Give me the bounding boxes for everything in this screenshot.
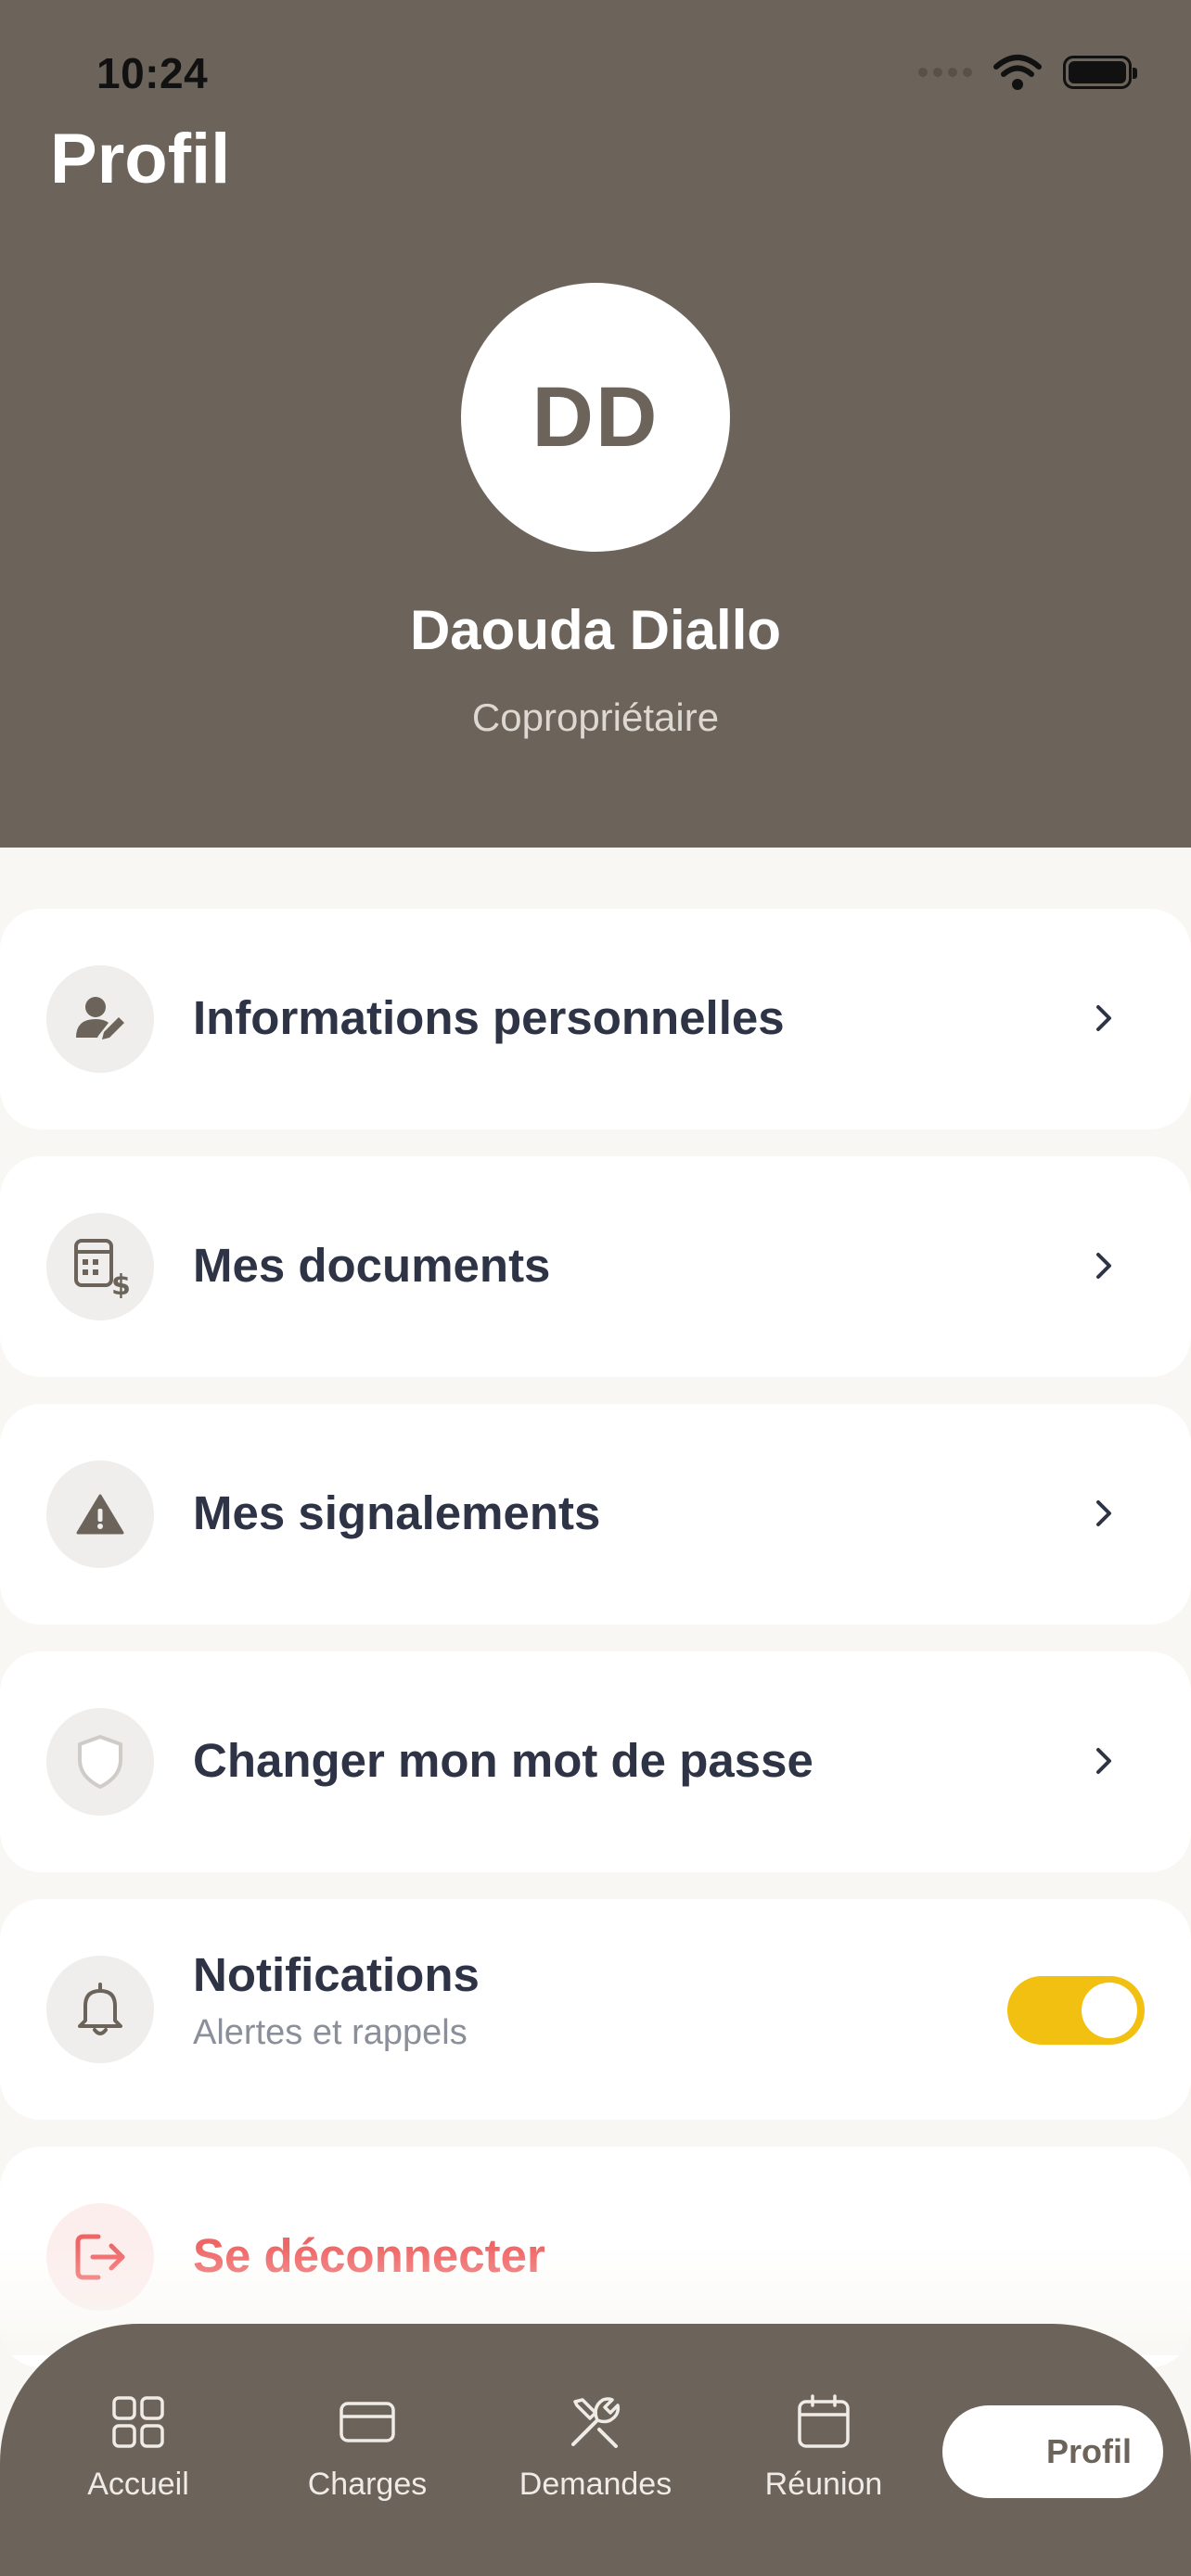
tab-label: Demandes: [519, 2467, 672, 2502]
toggle-knob: [1082, 1983, 1137, 2038]
wifi-icon: [993, 55, 1042, 90]
tab-label: Réunion: [764, 2467, 883, 2502]
menu-item-personal-info[interactable]: Informations personnelles: [0, 909, 1191, 1129]
avatar: DD: [461, 283, 730, 552]
menu-item-notifications: Notifications Alertes et rappels: [0, 1899, 1191, 2120]
profile-header: 10:24 Profil DD Daouda Diallo Copropriét…: [0, 0, 1191, 848]
notifications-subtitle: Alertes et rappels: [193, 2013, 467, 2052]
tab-bar: Accueil Charges Demandes Réunion Profil: [0, 2324, 1191, 2576]
menu-item-change-password[interactable]: Changer mon mot de passe: [0, 1651, 1191, 1872]
user-name: Daouda Diallo: [409, 599, 782, 661]
notifications-title: Notifications: [193, 1948, 480, 2001]
chevron-right-icon: [1096, 1253, 1111, 1279]
menu-item-label: Mes signalements: [193, 1486, 601, 1539]
tab-accueil[interactable]: Accueil: [45, 2392, 231, 2503]
menu-item-label: Informations personnelles: [193, 991, 785, 1044]
chevron-right-icon: [1096, 1005, 1111, 1031]
tab-label: Profil: [1045, 2432, 1132, 2470]
status-time: 10:24: [96, 49, 209, 97]
tab-label: Charges: [307, 2467, 428, 2502]
user-role: Copropriétaire: [471, 695, 720, 739]
status-icons: [918, 54, 1137, 91]
warning-icon: [46, 1460, 154, 1568]
tab-demandes[interactable]: Demandes: [503, 2392, 688, 2503]
menu-item-documents[interactable]: $ Mes documents: [0, 1156, 1191, 1377]
invoice-icon: $: [46, 1213, 154, 1320]
bell-icon: [46, 1956, 154, 2063]
tab-label: Accueil: [87, 2467, 189, 2502]
tab-profil[interactable]: Profil: [942, 2405, 1163, 2498]
grid-icon: [112, 2396, 164, 2448]
menu-item-reports[interactable]: Mes signalements: [0, 1404, 1191, 1625]
tools-icon: [571, 2397, 621, 2448]
card-icon: [339, 2402, 395, 2442]
battery-icon: [1063, 56, 1137, 89]
shield-icon: [46, 1708, 154, 1816]
chevron-right-icon: [1096, 1500, 1111, 1526]
menu-item-label: Changer mon mot de passe: [193, 1734, 813, 1787]
user-edit-icon: [46, 965, 154, 1073]
page-title: Profil: [50, 120, 231, 198]
chevron-right-icon: [1096, 1748, 1111, 1774]
cellular-signal-icon: [918, 68, 972, 77]
menu-item-label: Mes documents: [193, 1239, 551, 1292]
tab-charges[interactable]: Charges: [275, 2392, 460, 2503]
svg-text:$: $: [111, 1269, 131, 1298]
notifications-toggle[interactable]: [1007, 1976, 1145, 2045]
tab-reunion[interactable]: Réunion: [731, 2392, 916, 2503]
calendar-icon: [798, 2394, 850, 2448]
